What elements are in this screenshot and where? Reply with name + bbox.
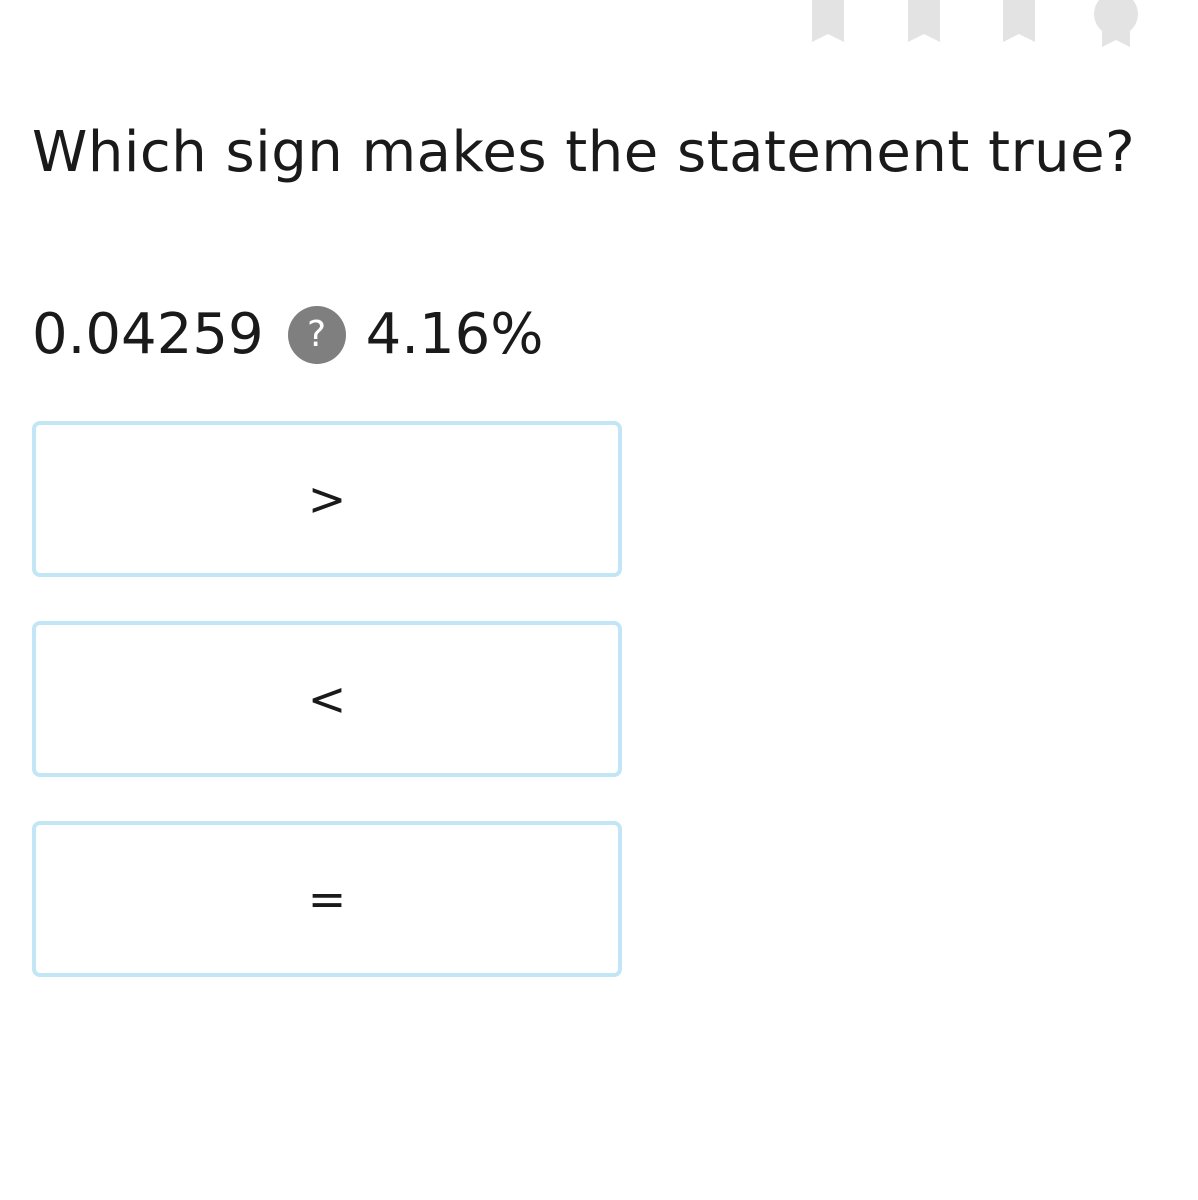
question-mark-icon: ? [287,306,346,364]
choice-greater-than-button[interactable]: > [32,421,622,577]
right-value: 4.16% [365,302,544,367]
award-medal-icon [1093,0,1139,48]
ribbon-icon [908,0,940,44]
choice-equals-button[interactable]: = [32,821,622,977]
choice-less-than-button[interactable]: < [32,621,622,777]
ribbon-icon [1003,0,1035,44]
comparison-statement: 0.04259 ? 4.16% [32,300,543,370]
ribbon-icon [812,0,844,44]
answer-choices: > < = [32,421,622,1021]
progress-ribbons [0,0,1198,60]
question-prompt: Which sign makes the statement true? [32,120,1136,185]
left-value: 0.04259 [32,302,264,367]
